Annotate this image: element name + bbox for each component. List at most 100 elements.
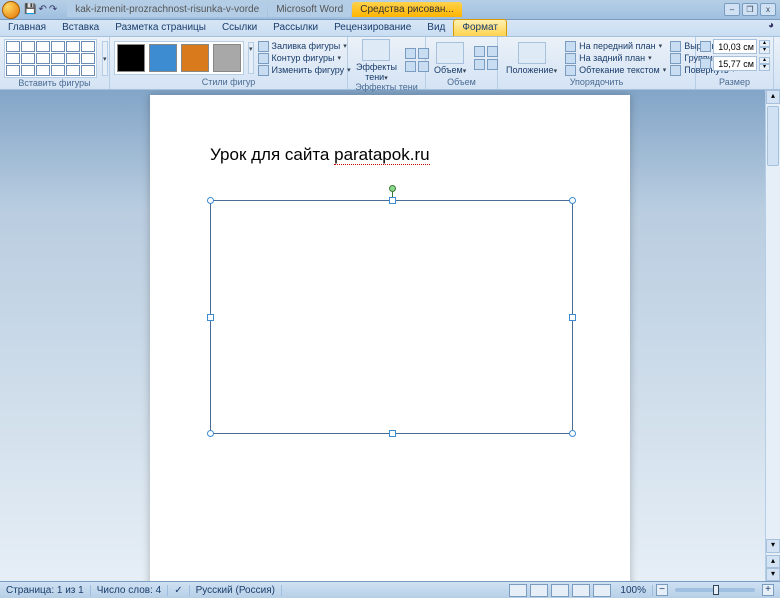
tab-references[interactable]: Ссылки [214, 20, 265, 36]
document-page[interactable]: Урок для сайта paratapok.ru [150, 95, 630, 581]
view-draft[interactable] [593, 584, 611, 597]
wrap-icon [565, 65, 576, 76]
title-document: kak-izmenit-prozrachnost-risunka-v-vorde [67, 2, 267, 17]
tab-insert[interactable]: Вставка [54, 20, 107, 36]
tab-view[interactable]: Вид [419, 20, 453, 36]
resize-handle-l[interactable] [207, 314, 214, 321]
resize-handle-b[interactable] [389, 430, 396, 437]
group-label: Стили фигур [114, 77, 343, 87]
shape-outline-button[interactable]: Контур фигуры▾ [258, 53, 351, 64]
scroll-down-button[interactable]: ▾ [766, 539, 780, 553]
view-outline[interactable] [572, 584, 590, 597]
tab-page-layout[interactable]: Разметка страницы [107, 20, 214, 36]
status-bar: Страница: 1 из 1 Число слов: 4 ✓ Русский… [0, 581, 780, 598]
resize-handle-tl[interactable] [207, 197, 214, 204]
quick-access-toolbar: 💾 ↶ ↷ [24, 4, 57, 15]
style-swatch-blue[interactable] [149, 44, 177, 72]
view-web-layout[interactable] [551, 584, 569, 597]
shadow-icon [362, 39, 390, 61]
align-icon [670, 41, 681, 52]
style-swatch-gray[interactable] [213, 44, 241, 72]
view-full-screen[interactable] [530, 584, 548, 597]
minimize-button[interactable]: – [724, 3, 740, 16]
bring-front-icon [565, 41, 576, 52]
scroll-up-button[interactable]: ▴ [766, 90, 780, 104]
paint-bucket-icon [258, 41, 269, 52]
send-back-button[interactable]: На задний план▾ [565, 53, 666, 64]
change-shape-button[interactable]: Изменить фигуру▾ [258, 65, 351, 76]
3d-nudge[interactable] [474, 46, 499, 71]
title-app: Microsoft Word [268, 2, 351, 17]
style-swatch-black[interactable] [117, 44, 145, 72]
group-icon [670, 53, 681, 64]
text-wrap-button[interactable]: Обтекание текстом▾ [565, 65, 666, 76]
zoom-out-button[interactable]: − [656, 584, 668, 596]
tab-home[interactable]: Главная [0, 20, 54, 36]
group-label: Вставить фигуры [4, 78, 105, 88]
close-button[interactable]: x [760, 3, 776, 16]
prev-page-button[interactable]: ▴ [766, 555, 780, 568]
status-page[interactable]: Страница: 1 из 1 [0, 585, 91, 596]
status-language[interactable]: Русский (Россия) [190, 585, 282, 596]
width-field[interactable]: ▴▾ [700, 56, 770, 71]
resize-handle-bl[interactable] [207, 430, 214, 437]
group-shape-styles: ▾ Заливка фигуры▾ Контур фигуры▾ Изменит… [110, 37, 348, 89]
restore-button[interactable]: ❐ [742, 3, 758, 16]
office-button[interactable] [2, 1, 20, 19]
style-swatch-orange[interactable] [181, 44, 209, 72]
height-field[interactable]: ▴▾ [700, 39, 770, 54]
redo-icon[interactable]: ↷ [49, 4, 57, 15]
width-down[interactable]: ▾ [759, 64, 770, 71]
zoom-slider[interactable] [675, 588, 755, 592]
3d-effects-button[interactable]: Объем▾ [430, 42, 470, 75]
tab-format[interactable]: Формат [453, 19, 507, 36]
resize-handle-r[interactable] [569, 314, 576, 321]
group-3d: Объем▾ Объем [426, 37, 498, 89]
undo-icon[interactable]: ↶ [38, 4, 46, 15]
height-up[interactable]: ▴ [759, 40, 770, 47]
shadow-effects-button[interactable]: Эффекты тени▾ [352, 39, 401, 82]
bring-front-button[interactable]: На передний план▾ [565, 41, 666, 52]
height-input[interactable] [713, 39, 757, 54]
zoom-level[interactable]: 100% [614, 585, 653, 596]
vertical-scrollbar[interactable]: ▴ ▾ ▴ ▾ [765, 90, 780, 581]
title-context: Средства рисован... [352, 2, 462, 17]
shape-styles-gallery[interactable] [114, 41, 244, 75]
next-page-button[interactable]: ▾ [766, 568, 780, 581]
pen-icon [258, 53, 269, 64]
document-area: Урок для сайта paratapok.ru ▴ ▾ ▴ ▾ [0, 90, 780, 581]
change-shape-icon [258, 65, 269, 76]
zoom-in-button[interactable]: + [762, 584, 774, 596]
rectangle-shape[interactable] [210, 200, 573, 434]
shapes-gallery[interactable] [4, 39, 97, 78]
status-word-count[interactable]: Число слов: 4 [91, 585, 168, 596]
view-print-layout[interactable] [509, 584, 527, 597]
shape-fill-button[interactable]: Заливка фигуры▾ [258, 41, 351, 52]
shapes-more-button[interactable]: ▾ [102, 41, 108, 76]
resize-handle-t[interactable] [389, 197, 396, 204]
resize-handle-br[interactable] [569, 430, 576, 437]
width-up[interactable]: ▴ [759, 57, 770, 64]
group-label: Объем [430, 77, 493, 87]
tab-mailings[interactable]: Рассылки [265, 20, 326, 36]
position-icon [518, 42, 546, 64]
tab-review[interactable]: Рецензирование [326, 20, 419, 36]
width-icon [700, 58, 711, 69]
document-text[interactable]: Урок для сайта paratapok.ru [210, 145, 570, 165]
help-icon[interactable]: ◕ [768, 20, 780, 36]
zoom-thumb[interactable] [713, 585, 719, 595]
group-insert-shapes: ▾ Вставить фигуры [0, 37, 110, 89]
save-icon[interactable]: 💾 [24, 4, 36, 15]
resize-handle-tr[interactable] [569, 197, 576, 204]
group-arrange: Положение▾ На передний план▾ На задний п… [498, 37, 696, 89]
height-down[interactable]: ▾ [759, 47, 770, 54]
ribbon: ▾ Вставить фигуры ▾ Заливка фигуры▾ Конт… [0, 37, 780, 90]
rotation-handle[interactable] [389, 185, 396, 192]
shape-styles-more[interactable]: ▾ [248, 42, 254, 74]
width-input[interactable] [713, 56, 757, 71]
status-proofing-icon[interactable]: ✓ [168, 585, 189, 596]
rotate-icon [670, 65, 681, 76]
position-button[interactable]: Положение▾ [502, 42, 561, 75]
scroll-thumb[interactable] [767, 106, 779, 166]
height-icon [700, 41, 711, 52]
